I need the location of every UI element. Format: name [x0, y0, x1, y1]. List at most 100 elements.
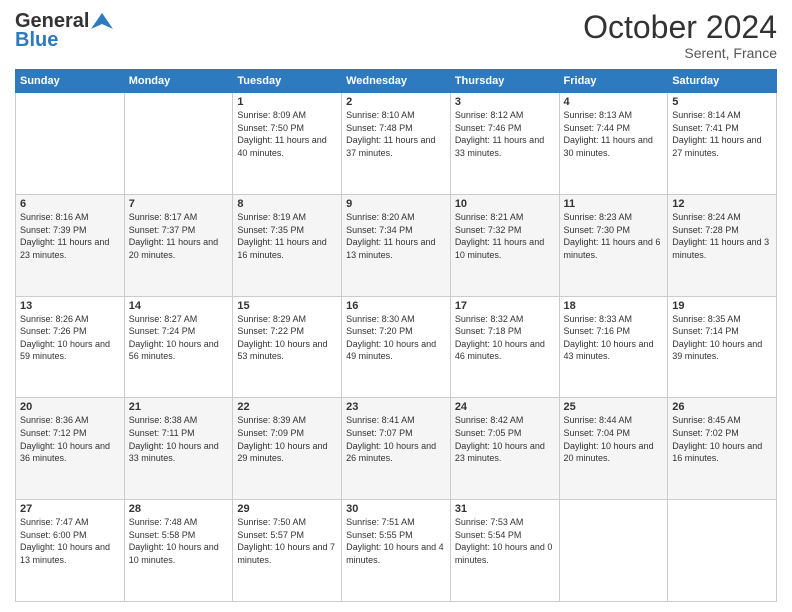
day-info: Sunrise: 8:33 AMSunset: 7:16 PMDaylight:…	[564, 313, 664, 363]
day-number: 3	[455, 96, 555, 108]
day-info: Sunrise: 8:09 AMSunset: 7:50 PMDaylight:…	[237, 109, 337, 159]
table-row	[668, 500, 777, 602]
day-info: Sunrise: 8:29 AMSunset: 7:22 PMDaylight:…	[237, 313, 337, 363]
calendar-week-4: 20Sunrise: 8:36 AMSunset: 7:12 PMDayligh…	[16, 398, 777, 500]
col-tuesday: Tuesday	[233, 70, 342, 93]
table-row: 9Sunrise: 8:20 AMSunset: 7:34 PMDaylight…	[342, 194, 451, 296]
table-row: 11Sunrise: 8:23 AMSunset: 7:30 PMDayligh…	[559, 194, 668, 296]
logo-blue: Blue	[15, 29, 58, 52]
day-info: Sunrise: 8:35 AMSunset: 7:14 PMDaylight:…	[672, 313, 772, 363]
day-number: 22	[237, 401, 337, 413]
table-row: 3Sunrise: 8:12 AMSunset: 7:46 PMDaylight…	[450, 93, 559, 195]
table-row: 7Sunrise: 8:17 AMSunset: 7:37 PMDaylight…	[124, 194, 233, 296]
table-row: 18Sunrise: 8:33 AMSunset: 7:16 PMDayligh…	[559, 296, 668, 398]
table-row: 17Sunrise: 8:32 AMSunset: 7:18 PMDayligh…	[450, 296, 559, 398]
day-number: 16	[346, 300, 446, 312]
table-row: 23Sunrise: 8:41 AMSunset: 7:07 PMDayligh…	[342, 398, 451, 500]
table-row: 30Sunrise: 7:51 AMSunset: 5:55 PMDayligh…	[342, 500, 451, 602]
day-info: Sunrise: 8:38 AMSunset: 7:11 PMDaylight:…	[129, 414, 229, 464]
table-row: 10Sunrise: 8:21 AMSunset: 7:32 PMDayligh…	[450, 194, 559, 296]
day-info: Sunrise: 8:23 AMSunset: 7:30 PMDaylight:…	[564, 211, 664, 261]
col-sunday: Sunday	[16, 70, 125, 93]
table-row: 8Sunrise: 8:19 AMSunset: 7:35 PMDaylight…	[233, 194, 342, 296]
page: General Blue October 2024 Serent, France…	[0, 0, 792, 612]
calendar-week-3: 13Sunrise: 8:26 AMSunset: 7:26 PMDayligh…	[16, 296, 777, 398]
day-number: 10	[455, 198, 555, 210]
table-row: 29Sunrise: 7:50 AMSunset: 5:57 PMDayligh…	[233, 500, 342, 602]
day-number: 7	[129, 198, 229, 210]
table-row	[124, 93, 233, 195]
day-number: 24	[455, 401, 555, 413]
calendar-week-2: 6Sunrise: 8:16 AMSunset: 7:39 PMDaylight…	[16, 194, 777, 296]
day-info: Sunrise: 8:20 AMSunset: 7:34 PMDaylight:…	[346, 211, 446, 261]
day-number: 11	[564, 198, 664, 210]
day-info: Sunrise: 8:45 AMSunset: 7:02 PMDaylight:…	[672, 414, 772, 464]
day-number: 4	[564, 96, 664, 108]
table-row: 14Sunrise: 8:27 AMSunset: 7:24 PMDayligh…	[124, 296, 233, 398]
day-number: 5	[672, 96, 772, 108]
location: Serent, France	[583, 45, 777, 61]
day-number: 30	[346, 503, 446, 515]
day-number: 26	[672, 401, 772, 413]
logo: General Blue	[15, 10, 113, 52]
day-info: Sunrise: 7:51 AMSunset: 5:55 PMDaylight:…	[346, 516, 446, 566]
day-info: Sunrise: 7:53 AMSunset: 5:54 PMDaylight:…	[455, 516, 555, 566]
table-row: 12Sunrise: 8:24 AMSunset: 7:28 PMDayligh…	[668, 194, 777, 296]
table-row: 27Sunrise: 7:47 AMSunset: 6:00 PMDayligh…	[16, 500, 125, 602]
table-row: 4Sunrise: 8:13 AMSunset: 7:44 PMDaylight…	[559, 93, 668, 195]
logo-bird-icon	[91, 11, 113, 33]
table-row: 19Sunrise: 8:35 AMSunset: 7:14 PMDayligh…	[668, 296, 777, 398]
day-number: 9	[346, 198, 446, 210]
day-number: 17	[455, 300, 555, 312]
day-info: Sunrise: 8:13 AMSunset: 7:44 PMDaylight:…	[564, 109, 664, 159]
day-info: Sunrise: 8:36 AMSunset: 7:12 PMDaylight:…	[20, 414, 120, 464]
day-number: 31	[455, 503, 555, 515]
table-row: 28Sunrise: 7:48 AMSunset: 5:58 PMDayligh…	[124, 500, 233, 602]
table-row: 16Sunrise: 8:30 AMSunset: 7:20 PMDayligh…	[342, 296, 451, 398]
header: General Blue October 2024 Serent, France	[15, 10, 777, 61]
day-info: Sunrise: 8:12 AMSunset: 7:46 PMDaylight:…	[455, 109, 555, 159]
day-number: 6	[20, 198, 120, 210]
day-info: Sunrise: 8:10 AMSunset: 7:48 PMDaylight:…	[346, 109, 446, 159]
day-number: 21	[129, 401, 229, 413]
calendar-header-row: Sunday Monday Tuesday Wednesday Thursday…	[16, 70, 777, 93]
table-row: 2Sunrise: 8:10 AMSunset: 7:48 PMDaylight…	[342, 93, 451, 195]
day-info: Sunrise: 8:32 AMSunset: 7:18 PMDaylight:…	[455, 313, 555, 363]
table-row	[559, 500, 668, 602]
table-row: 1Sunrise: 8:09 AMSunset: 7:50 PMDaylight…	[233, 93, 342, 195]
day-info: Sunrise: 8:16 AMSunset: 7:39 PMDaylight:…	[20, 211, 120, 261]
day-number: 28	[129, 503, 229, 515]
col-wednesday: Wednesday	[342, 70, 451, 93]
table-row: 26Sunrise: 8:45 AMSunset: 7:02 PMDayligh…	[668, 398, 777, 500]
col-friday: Friday	[559, 70, 668, 93]
day-info: Sunrise: 8:39 AMSunset: 7:09 PMDaylight:…	[237, 414, 337, 464]
day-info: Sunrise: 8:14 AMSunset: 7:41 PMDaylight:…	[672, 109, 772, 159]
table-row: 13Sunrise: 8:26 AMSunset: 7:26 PMDayligh…	[16, 296, 125, 398]
day-info: Sunrise: 7:47 AMSunset: 6:00 PMDaylight:…	[20, 516, 120, 566]
day-info: Sunrise: 8:27 AMSunset: 7:24 PMDaylight:…	[129, 313, 229, 363]
col-monday: Monday	[124, 70, 233, 93]
table-row: 21Sunrise: 8:38 AMSunset: 7:11 PMDayligh…	[124, 398, 233, 500]
table-row: 6Sunrise: 8:16 AMSunset: 7:39 PMDaylight…	[16, 194, 125, 296]
day-info: Sunrise: 8:41 AMSunset: 7:07 PMDaylight:…	[346, 414, 446, 464]
day-number: 8	[237, 198, 337, 210]
table-row: 22Sunrise: 8:39 AMSunset: 7:09 PMDayligh…	[233, 398, 342, 500]
day-info: Sunrise: 8:21 AMSunset: 7:32 PMDaylight:…	[455, 211, 555, 261]
day-number: 12	[672, 198, 772, 210]
day-info: Sunrise: 7:48 AMSunset: 5:58 PMDaylight:…	[129, 516, 229, 566]
table-row: 20Sunrise: 8:36 AMSunset: 7:12 PMDayligh…	[16, 398, 125, 500]
day-number: 13	[20, 300, 120, 312]
day-info: Sunrise: 8:30 AMSunset: 7:20 PMDaylight:…	[346, 313, 446, 363]
calendar-table: Sunday Monday Tuesday Wednesday Thursday…	[15, 69, 777, 602]
table-row: 5Sunrise: 8:14 AMSunset: 7:41 PMDaylight…	[668, 93, 777, 195]
day-number: 25	[564, 401, 664, 413]
day-number: 29	[237, 503, 337, 515]
day-info: Sunrise: 8:44 AMSunset: 7:04 PMDaylight:…	[564, 414, 664, 464]
col-saturday: Saturday	[668, 70, 777, 93]
table-row: 25Sunrise: 8:44 AMSunset: 7:04 PMDayligh…	[559, 398, 668, 500]
day-number: 23	[346, 401, 446, 413]
day-number: 19	[672, 300, 772, 312]
day-number: 2	[346, 96, 446, 108]
col-thursday: Thursday	[450, 70, 559, 93]
calendar-week-5: 27Sunrise: 7:47 AMSunset: 6:00 PMDayligh…	[16, 500, 777, 602]
